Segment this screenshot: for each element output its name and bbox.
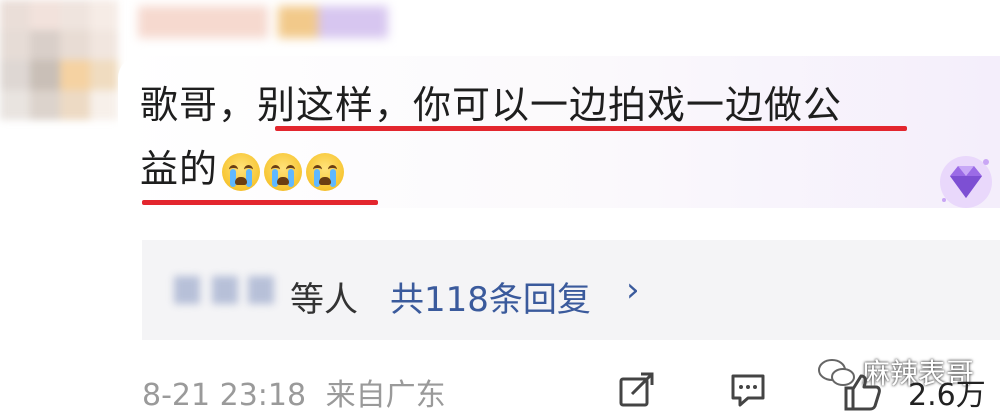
comment-icon[interactable] — [728, 370, 768, 410]
comment-text-line2: 益的 — [140, 138, 345, 193]
view-replies-link[interactable]: 共118条回复 — [390, 272, 591, 321]
annotation-underline-2 — [142, 200, 378, 205]
crying-emoji-icon — [222, 152, 261, 191]
comment-text-line2-text: 益的 — [140, 147, 219, 191]
comment-text-line1: 歌哥，别这样，你可以一边拍戏一边做公 — [140, 83, 843, 127]
reply-avatars-blurred — [160, 270, 284, 310]
timestamp: 8-21 23:18 — [142, 378, 307, 413]
location: 来自广东 — [325, 378, 446, 413]
comment-meta: 8-21 23:18 来自广东 — [142, 370, 446, 414]
chevron-right-icon[interactable]: › — [626, 270, 640, 310]
purple-gem-icon — [940, 156, 992, 208]
username-blurred[interactable] — [138, 2, 398, 42]
crying-emoji-icon — [264, 152, 303, 191]
replies-others-label: 等人 — [290, 280, 358, 320]
thumbs-up-icon[interactable] — [842, 372, 882, 412]
avatar[interactable] — [0, 0, 118, 130]
like-count: 2.6万 — [908, 378, 986, 413]
share-edit-icon[interactable] — [616, 370, 656, 410]
annotation-underline-1 — [275, 126, 907, 131]
crying-emoji-icon — [306, 152, 345, 191]
